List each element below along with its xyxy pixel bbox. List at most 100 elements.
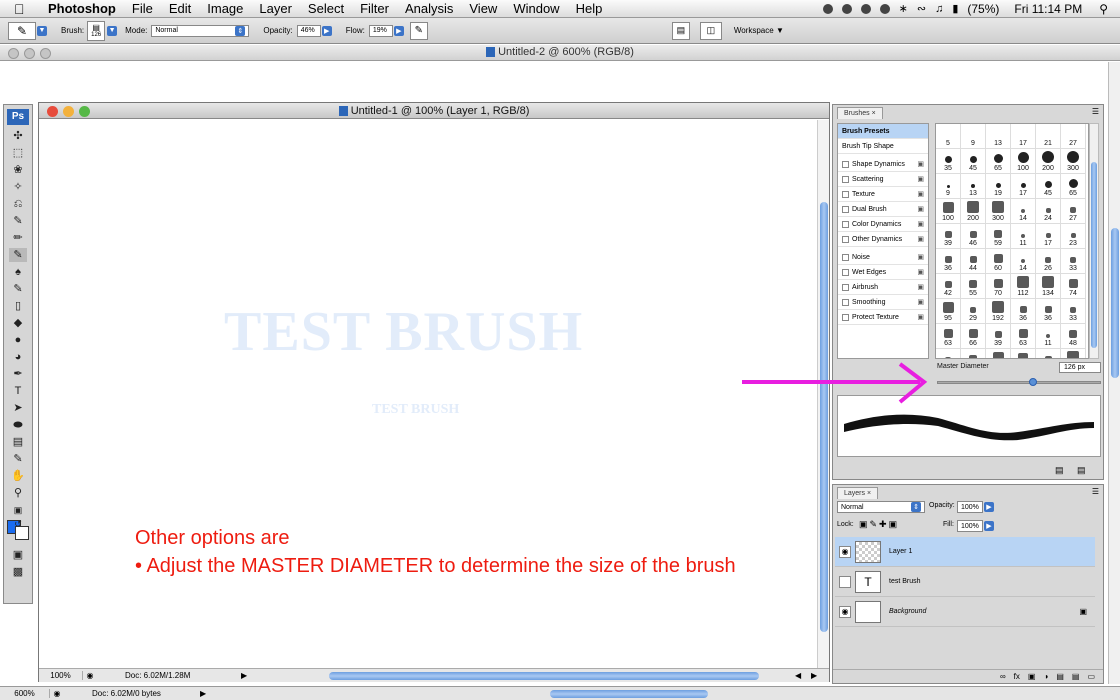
trash-icon[interactable]: ▭ xyxy=(1087,672,1095,681)
lock-icon[interactable]: ▣ xyxy=(917,175,924,183)
layer-row[interactable]: ◉ Background ▣ xyxy=(835,597,1095,627)
document-2-titlebar[interactable]: Untitled-2 @ 600% (RGB/8) xyxy=(0,45,1120,61)
lock-icons[interactable]: ▣✎✚▣ xyxy=(859,519,899,530)
scroll-thumb[interactable] xyxy=(1111,228,1119,378)
brush-preset[interactable]: 33 xyxy=(1061,249,1086,274)
option-checkbox[interactable] xyxy=(842,175,849,183)
brush-preset[interactable]: 14 xyxy=(1011,199,1036,224)
option-checkbox[interactable] xyxy=(842,205,849,213)
brush-preset[interactable]: 24 xyxy=(1036,199,1061,224)
brush-preset[interactable]: 33 xyxy=(1061,299,1086,324)
flow-slider-button[interactable]: ▶ xyxy=(393,25,404,36)
option-checkbox[interactable] xyxy=(842,313,849,321)
brush-preset[interactable]: 48 xyxy=(1061,324,1086,349)
zoom-level[interactable]: 600% xyxy=(0,689,50,698)
brush-preset[interactable]: 32 xyxy=(936,349,961,358)
status-icon[interactable] xyxy=(879,3,890,14)
status-icon[interactable] xyxy=(860,3,871,14)
brush-preset[interactable]: 36 xyxy=(936,249,961,274)
lock-icon[interactable]: ▣ xyxy=(917,220,924,228)
brush-preset[interactable]: 192 xyxy=(986,299,1011,324)
status-icon[interactable] xyxy=(841,3,852,14)
lock-icon[interactable]: ▣ xyxy=(917,235,924,243)
menu-select[interactable]: Select xyxy=(300,1,352,16)
panel-menu-icon[interactable]: ☰ xyxy=(1092,107,1099,116)
brush-preset[interactable]: 45 xyxy=(961,149,986,174)
info-icon[interactable]: ◉ xyxy=(83,671,97,680)
spotlight-icon[interactable]: ⚲ xyxy=(1099,2,1108,16)
brush-preset[interactable]: 17 xyxy=(1011,124,1036,149)
brush-preset[interactable]: 17 xyxy=(1036,224,1061,249)
layer-name[interactable]: test Brush xyxy=(889,578,921,585)
blend-mode-select[interactable]: Normal ⇕ xyxy=(837,501,925,513)
brush-option-shape-dynamics[interactable]: Shape Dynamics ▣ xyxy=(838,157,928,172)
brush-preset[interactable]: 23 xyxy=(1061,224,1086,249)
option-checkbox[interactable] xyxy=(842,283,849,291)
brush-preset[interactable]: 35 xyxy=(936,149,961,174)
lock-icon[interactable]: ▣ xyxy=(917,160,924,168)
brush-preset[interactable]: 39 xyxy=(936,224,961,249)
brush-preset[interactable]: 74 xyxy=(1061,274,1086,299)
master-diameter-slider[interactable] xyxy=(937,381,1101,384)
shape-tool-icon[interactable]: ⬬ xyxy=(9,418,27,432)
brush-preset[interactable]: 26 xyxy=(1036,249,1061,274)
delete-icon[interactable]: ▤ xyxy=(1077,465,1086,476)
brush-preset[interactable]: 478 xyxy=(1061,349,1086,358)
layer-name[interactable]: Layer 1 xyxy=(889,548,912,555)
brush-option-scattering[interactable]: Scattering ▣ xyxy=(838,172,928,187)
scroll-right-icon[interactable]: ▶ xyxy=(811,671,817,680)
adjustment-icon[interactable]: ◑ xyxy=(1043,672,1048,681)
canvas[interactable] xyxy=(39,120,817,668)
brush-preset[interactable]: 17 xyxy=(1011,174,1036,199)
flow-input[interactable]: 19% xyxy=(368,24,393,37)
default-colors-icon[interactable]: ▣ ↺ xyxy=(9,503,27,529)
option-checkbox[interactable] xyxy=(842,253,849,261)
history-brush-icon[interactable]: ✎ xyxy=(9,282,27,296)
lock-icon[interactable]: ▣ xyxy=(917,298,924,306)
zoom-button[interactable] xyxy=(79,106,90,117)
blur-tool-icon[interactable]: ● xyxy=(9,333,27,347)
brush-option-color-dynamics[interactable]: Color Dynamics ▣ xyxy=(838,217,928,232)
brush-preset[interactable]: 100 xyxy=(986,349,1011,358)
link-icon[interactable]: ∞ xyxy=(1000,672,1006,681)
eraser-tool-icon[interactable]: ▯ xyxy=(9,299,27,313)
brush-preset[interactable]: 95 xyxy=(936,299,961,324)
clone-stamp-icon[interactable]: ♠ xyxy=(9,265,27,279)
brush-preset[interactable]: 11 xyxy=(1011,224,1036,249)
opacity-slider-button[interactable]: ▶ xyxy=(321,25,332,36)
brush-picker[interactable]: ▤ 126 xyxy=(87,20,106,41)
brush-preset[interactable]: 36 xyxy=(1011,299,1036,324)
opacity-slider-button[interactable]: ▶ xyxy=(984,502,994,512)
lock-icon[interactable]: ▣ xyxy=(917,283,924,291)
brush-option-smoothing[interactable]: Smoothing ▣ xyxy=(838,295,928,310)
dodge-tool-icon[interactable]: ◕ xyxy=(9,350,27,364)
brush-preset[interactable]: 63 xyxy=(936,324,961,349)
screen-mode-icon[interactable]: ▩ xyxy=(9,565,27,579)
brush-preset[interactable]: 19 xyxy=(986,174,1011,199)
apple-icon[interactable]:  xyxy=(14,1,34,17)
scroll-thumb[interactable] xyxy=(820,202,828,632)
quick-mask-icon[interactable]: ▣ xyxy=(9,548,27,562)
brush-preset[interactable]: 9 xyxy=(936,174,961,199)
menu-window[interactable]: Window xyxy=(505,1,567,16)
layer-opacity-input[interactable]: 100% xyxy=(957,501,983,513)
brush-preset[interactable]: 9 xyxy=(961,124,986,149)
hand-tool-icon[interactable]: ✋ xyxy=(9,469,27,483)
brush-option-noise[interactable]: Noise ▣ xyxy=(838,250,928,265)
option-checkbox[interactable] xyxy=(842,160,849,168)
brush-preset[interactable]: 300 xyxy=(1061,149,1086,174)
crop-tool-icon[interactable]: ⎌ xyxy=(9,197,27,211)
brush-preset[interactable]: 42 xyxy=(936,274,961,299)
volume-icon[interactable]: ♫ xyxy=(935,3,943,15)
layer-row[interactable]: ◉ Layer 1 xyxy=(835,537,1095,567)
battery-icon[interactable]: ▮ xyxy=(952,2,958,15)
brush-preset[interactable]: 27 xyxy=(1061,124,1086,149)
brush-preset[interactable]: 300 xyxy=(986,199,1011,224)
folder-icon[interactable]: ▤ xyxy=(1056,672,1064,681)
panel-menu-icon[interactable]: ☰ xyxy=(1092,487,1099,496)
brush-preset[interactable]: 44 xyxy=(961,249,986,274)
airbrush-toggle[interactable]: ✎ xyxy=(409,21,428,40)
menu-view[interactable]: View xyxy=(461,1,505,16)
brush-preset[interactable]: 66 xyxy=(961,324,986,349)
brush-preset[interactable]: 100 xyxy=(1011,149,1036,174)
